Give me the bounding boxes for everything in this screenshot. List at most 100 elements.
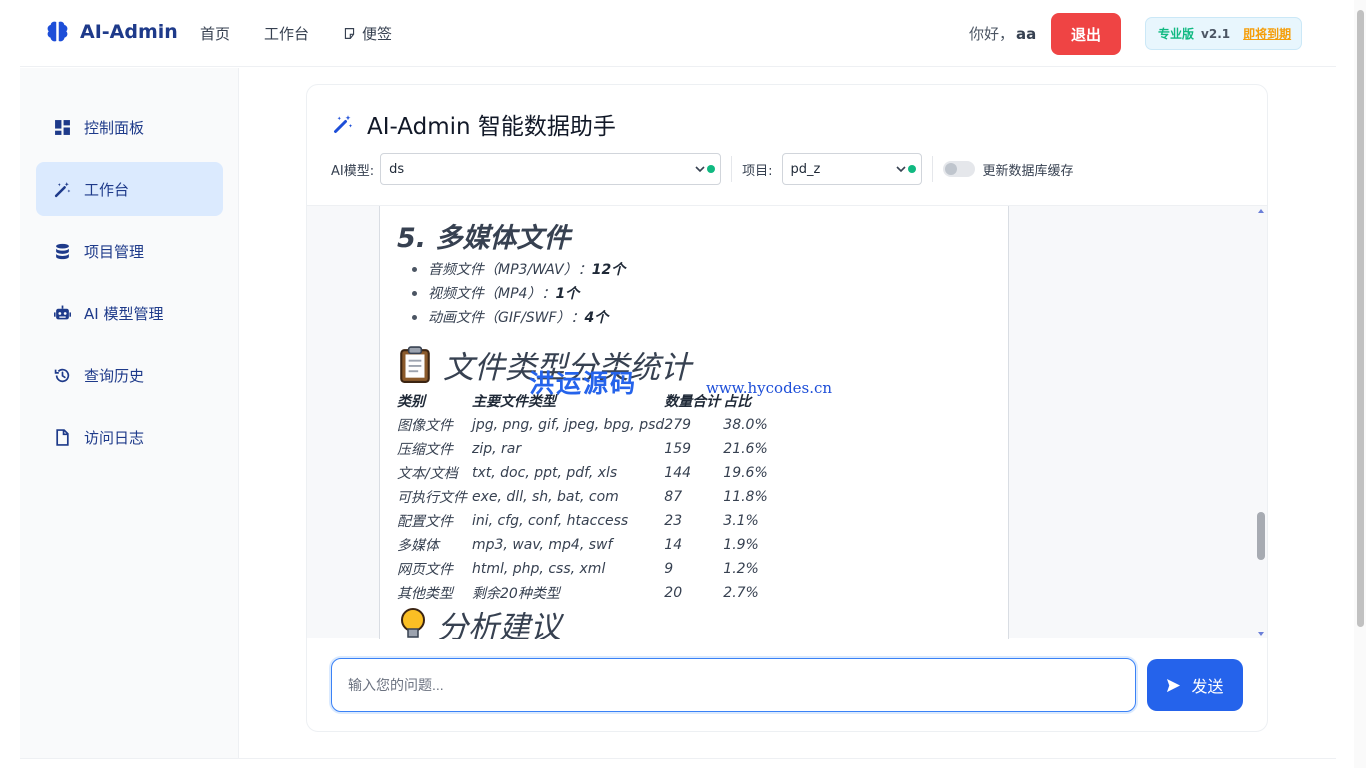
panel-title-text: AI-Admin 智能数据助手 [367,114,616,140]
chat-scrollbar[interactable] [1255,206,1267,639]
brand-name: AI-Admin [80,21,178,43]
table-cell: 配置文件 [397,514,453,530]
table-cell: 多媒体 [397,538,439,554]
table-cell: txt, doc, ppt, pdf, xls [472,465,618,481]
table-cell: 23 [664,513,683,529]
model-select[interactable]: ds [380,153,722,185]
scroll-down-arrow-icon[interactable] [1258,632,1264,636]
table-row: 网页文件 html, php, css, xml 9 1.2% [397,557,783,581]
sidebar-item-workbench[interactable]: 工作台 [36,162,223,216]
nav-notes[interactable]: 便签 [343,23,392,44]
sidebar-item-label: 控制面板 [84,118,145,137]
sidebar: 控制面板 工作台 项目管理 AI 模型管理 查询历史 访问日志 [20,68,239,758]
table-cell: 3.1% [723,513,759,529]
table-cell: exe, dll, sh, bat, com [472,489,619,505]
table-cell: 159 [664,441,692,457]
section-heading: 5. 多媒体文件 [397,223,571,254]
table-cell: 网页文件 [397,562,453,578]
nav-workbench[interactable]: 工作台 [264,23,309,44]
magic-wand-icon [54,181,71,197]
table-cell: html, php, css, xml [472,561,606,577]
table-cell: 图像文件 [397,418,453,434]
cache-toggle[interactable] [942,161,975,177]
assistant-message: 5. 多媒体文件 音频文件（MP3/WAV）： 12个 视频文件（MP4）： 1个 … [379,206,1009,639]
question-input[interactable] [331,658,1136,712]
chevron-down-icon [895,166,906,173]
table-row: 压缩文件 zip, rar 159 21.6% [397,437,783,461]
sidebar-item-projects[interactable]: 项目管理 [36,224,223,278]
divider [931,156,933,182]
logout-button[interactable]: 退出 [1051,13,1121,55]
nav-workbench-label: 工作台 [264,25,310,43]
table-cell: 144 [664,465,692,481]
sidebar-item-access-log[interactable]: 访问日志 [36,410,223,464]
table-row: 可执行文件 exe, dll, sh, bat, com 87 11.8% [397,485,783,509]
table-cell: 1.2% [723,561,759,577]
brand-logo[interactable]: AI-Admin [45,19,178,45]
sidebar-item-label: 工作台 [84,180,130,199]
page-scroll-thumb[interactable] [1357,10,1364,627]
license-badge: 专业版 v2.1 即将到期 [1145,17,1302,50]
panel-title: AI-Admin 智能数据助手 [333,107,616,141]
nav-home[interactable]: 首页 [200,23,230,44]
file-icon [56,428,69,446]
sidebar-item-label: 访问日志 [84,428,145,447]
project-label: 项目: [742,163,773,179]
watermark-url: www.hycodes.cn [706,379,833,397]
scroll-up-arrow-icon[interactable] [1258,209,1264,213]
table-row: 多媒体 mp3, wav, mp4, swf 14 1.9% [397,533,783,557]
table-cell: 21.6% [723,441,768,457]
nav-notes-label: 便签 [362,25,393,43]
note-icon [344,28,355,39]
assistant-panel: AI-Admin 智能数据助手 AI模型: ds 项目: pd_z 更新数据库缓… [306,84,1268,732]
sidebar-item-query-history[interactable]: 查询历史 [36,348,223,402]
advice-heading: 分析建议 [397,602,561,639]
chevron-down-icon [695,166,705,173]
sidebar-item-label: 项目管理 [84,242,145,261]
project-select-value: pd_z [790,161,821,177]
table-cell: 279 [664,417,692,433]
table-cell: 11.8% [723,489,768,505]
robot-icon [54,305,71,319]
page-scrollbar[interactable] [1354,0,1366,768]
table-row: 文本/文档 txt, doc, ppt, pdf, xls 144 19.6% [397,461,783,485]
table-cell: 20 [664,585,683,601]
list-item-count: 12个 [591,262,626,278]
greeting-text: 你好， [969,25,1015,43]
column-header: 类别 [397,394,425,410]
table-cell: 可执行文件 [397,490,467,506]
table-cell: 2.7% [723,585,759,601]
assistant-controls: AI模型: ds 项目: pd_z 更新数据库缓存 [331,153,1074,185]
divider [731,156,733,182]
table-row: 图像文件 jpg, png, gif, jpeg, bpg, psd 279 38.0… [397,413,783,437]
sidebar-item-dashboard[interactable]: 控制面板 [36,100,223,154]
list-item: 视频文件（MP4）： 1个 [412,281,625,305]
history-icon [54,368,70,382]
table-cell: 1.9% [723,537,759,553]
user-greeting: 你好， aa [969,23,1036,44]
lightbulb-icon [401,607,425,638]
user-name: aa [1016,25,1037,43]
list-item-text: 音频文件（MP3/WAV）： [428,262,592,278]
table-cell: 压缩文件 [397,442,453,458]
table-cell: 9 [664,561,674,577]
nav-home-label: 首页 [200,25,231,43]
list-item: 动画文件（GIF/SWF）： 4个 [412,305,625,329]
model-label: AI模型: [331,163,375,179]
list-item-text: 动画文件（GIF/SWF）： [428,310,585,326]
table-row: 配置文件 ini, cfg, conf, htaccess 23 3.1% [397,509,783,533]
send-icon [1167,678,1181,692]
dashboard-icon [55,119,70,135]
top-bar: AI-Admin 首页 工作台 便签 你好， aa 退出 专业版 v2.1 即将到… [20,0,1336,67]
file-type-table: 类别 主要文件类型 数量合计 占比 图像文件 jpg, png, gif, jpe… [397,389,783,605]
sidebar-item-ai-models[interactable]: AI 模型管理 [36,286,223,340]
expiry-link[interactable]: 即将到期 [1243,25,1291,42]
project-status-dot [907,165,916,173]
sidebar-item-label: 查询历史 [84,366,145,385]
project-select[interactable]: pd_z [781,153,922,185]
scroll-thumb[interactable] [1257,512,1265,560]
send-button[interactable]: 发送 [1147,659,1243,711]
table-cell: 文本/文档 [397,466,458,482]
table-cell: ini, cfg, conf, htaccess [472,513,629,529]
brain-icon [47,21,68,42]
